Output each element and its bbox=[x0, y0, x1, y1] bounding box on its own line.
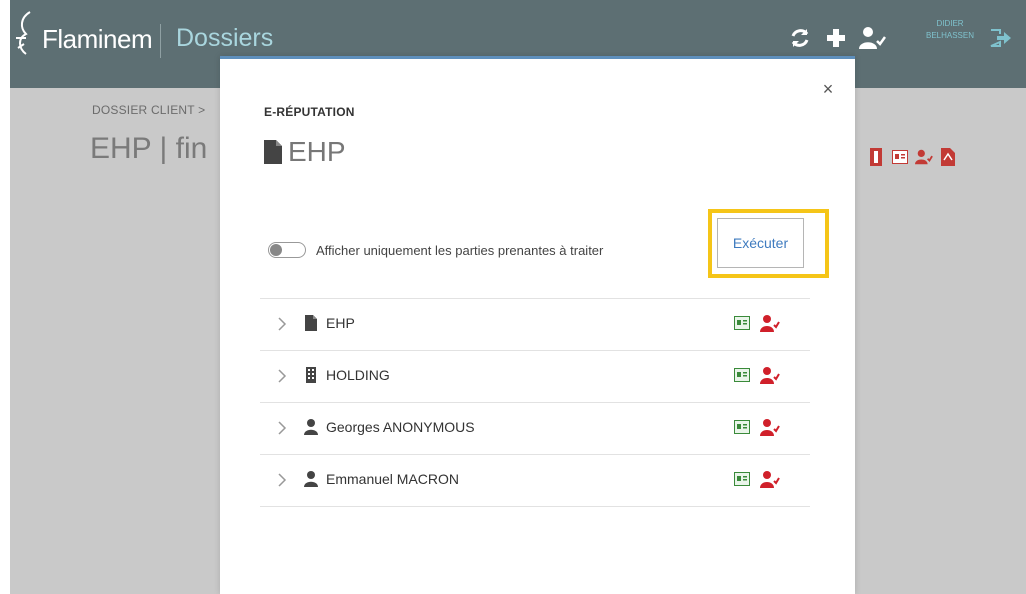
id-card-green-icon[interactable] bbox=[734, 316, 750, 330]
document-icon bbox=[305, 315, 317, 331]
user-check-red-icon[interactable] bbox=[915, 147, 933, 167]
entity-list: EHP HOLDING Georges ANONYMOUS Emmanuel M… bbox=[260, 298, 810, 507]
document-icon bbox=[264, 140, 282, 164]
filter-toggle-row: Afficher uniquement les parties prenante… bbox=[268, 242, 603, 258]
execute-button[interactable]: Exécuter bbox=[717, 218, 804, 268]
module-name[interactable]: Dossiers bbox=[176, 24, 273, 53]
user-check-red-icon[interactable] bbox=[760, 469, 780, 489]
chevron-right-icon[interactable] bbox=[276, 420, 288, 436]
person-icon bbox=[304, 471, 318, 487]
dossier-actions bbox=[867, 147, 957, 167]
logout-icon[interactable] bbox=[988, 26, 1012, 50]
user-check-icon[interactable] bbox=[858, 24, 886, 52]
breadcrumb[interactable]: DOSSIER CLIENT > bbox=[92, 103, 205, 117]
user-check-red-icon[interactable] bbox=[760, 417, 780, 437]
brand-divider bbox=[160, 24, 161, 58]
user-check-red-icon[interactable] bbox=[760, 365, 780, 385]
filter-toggle-label: Afficher uniquement les parties prenante… bbox=[316, 242, 604, 258]
user-last-name: BELHASSEN bbox=[925, 31, 975, 40]
chevron-right-icon[interactable] bbox=[276, 368, 288, 384]
flaminem-logo-icon bbox=[16, 11, 31, 55]
id-card-green-icon[interactable] bbox=[734, 420, 750, 434]
entity-name: HOLDING bbox=[326, 367, 390, 383]
building-icon bbox=[306, 367, 316, 383]
user-name[interactable]: DIDIER BELHASSEN bbox=[914, 18, 986, 42]
add-icon[interactable] bbox=[822, 24, 850, 52]
top-actions bbox=[786, 20, 886, 56]
refresh-icon[interactable] bbox=[786, 24, 814, 52]
entity-name: Georges ANONYMOUS bbox=[326, 419, 475, 435]
filter-toggle[interactable] bbox=[268, 242, 306, 258]
list-item[interactable]: EHP bbox=[260, 298, 810, 350]
entity-name: Emmanuel MACRON bbox=[326, 471, 460, 487]
chevron-right-icon[interactable] bbox=[276, 472, 288, 488]
pdf-red-icon[interactable] bbox=[939, 147, 957, 167]
e-reputation-modal: × E-RÉPUTATION EHP Afficher uniquement l… bbox=[220, 56, 855, 594]
id-card-green-icon[interactable] bbox=[734, 368, 750, 382]
toggle-knob bbox=[270, 244, 282, 256]
close-button[interactable]: × bbox=[817, 78, 839, 100]
modal-title-text: EHP bbox=[288, 136, 346, 167]
modal-title: EHP bbox=[264, 136, 346, 168]
user-check-red-icon[interactable] bbox=[760, 313, 780, 333]
list-item[interactable]: Emmanuel MACRON bbox=[260, 454, 810, 507]
person-icon bbox=[304, 419, 318, 435]
list-item[interactable]: Georges ANONYMOUS bbox=[260, 402, 810, 454]
document-red-icon[interactable] bbox=[867, 147, 885, 167]
brand-name[interactable]: Flaminem bbox=[42, 24, 153, 55]
id-card-red-icon[interactable] bbox=[891, 147, 909, 167]
entity-name: EHP bbox=[326, 315, 355, 331]
id-card-green-icon[interactable] bbox=[734, 472, 750, 486]
dossier-title: EHP | fin bbox=[90, 132, 208, 165]
modal-kicker: E-RÉPUTATION bbox=[264, 105, 355, 119]
chevron-right-icon[interactable] bbox=[276, 316, 288, 332]
user-first-name: DIDIER bbox=[936, 19, 964, 28]
list-item[interactable]: HOLDING bbox=[260, 350, 810, 402]
modal-top-border bbox=[220, 56, 855, 59]
